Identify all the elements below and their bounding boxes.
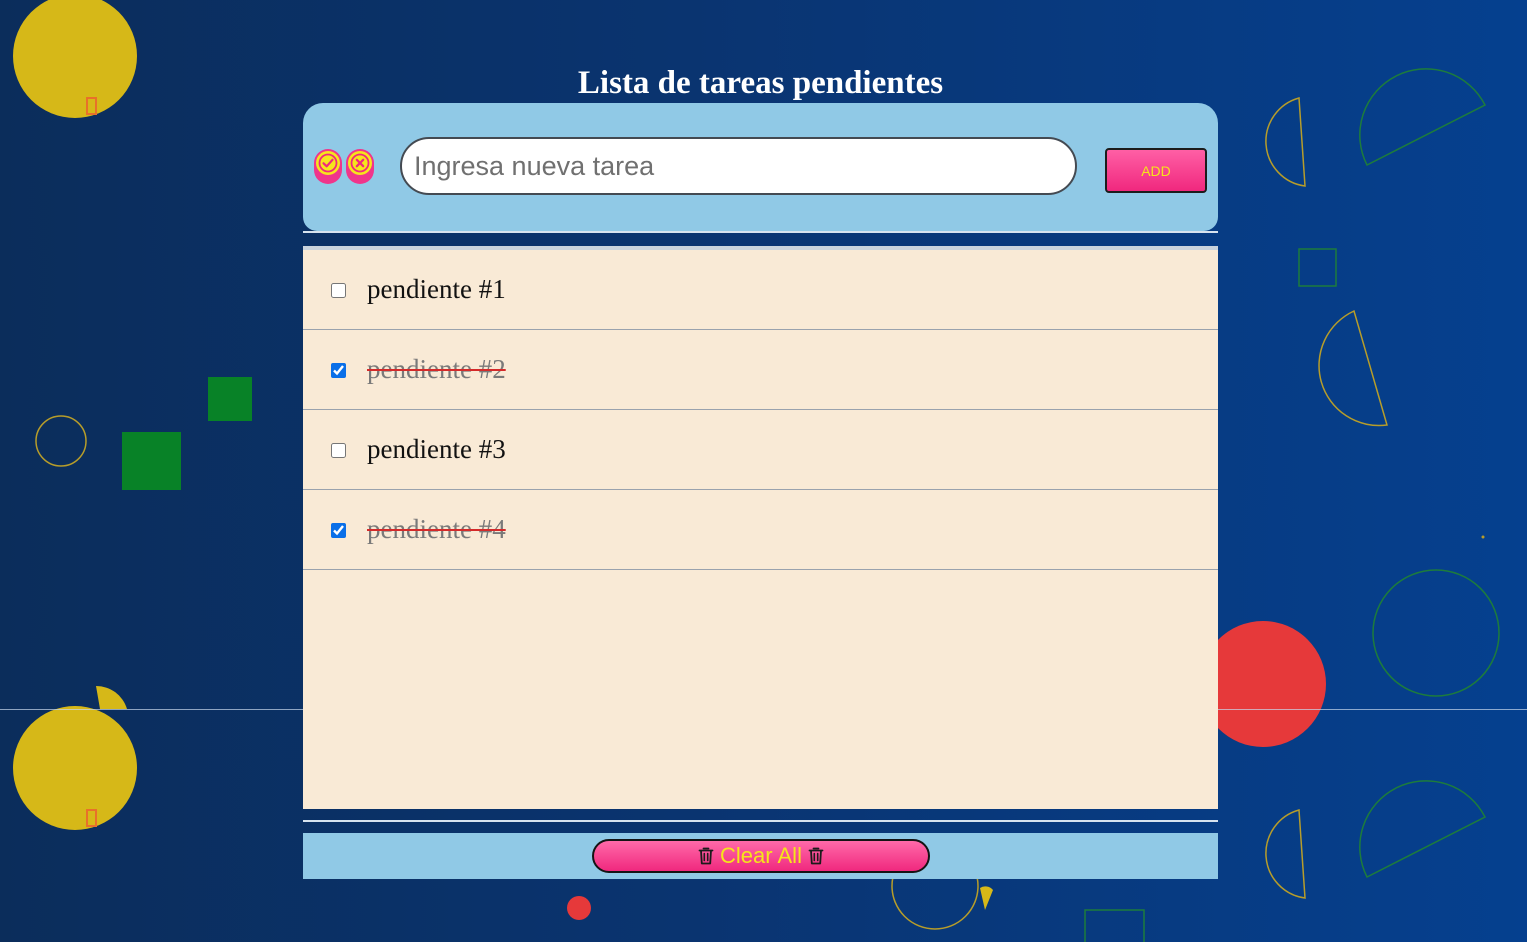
task-list: pendiente #1 pendiente #2 pendiente #3 p… [303, 250, 1218, 809]
task-checkbox[interactable] [331, 443, 346, 458]
task-item: pendiente #4 [303, 490, 1218, 570]
task-label: pendiente #2 [367, 354, 506, 384]
task-item: pendiente #2 [303, 330, 1218, 410]
new-task-panel: ADD [303, 103, 1218, 231]
new-task-input[interactable] [400, 137, 1077, 195]
task-checkbox[interactable] [331, 283, 346, 298]
task-item: pendiente #1 [303, 250, 1218, 330]
task-label: pendiente #1 [367, 274, 506, 304]
add-button[interactable]: ADD [1105, 148, 1207, 193]
check-all-button[interactable] [314, 149, 342, 184]
footer-bar: Clear All [303, 833, 1218, 879]
check-glyph [318, 153, 338, 173]
clear-all-label: Clear All [720, 843, 802, 868]
clear-all-button[interactable]: Clear All [592, 839, 930, 873]
page-title: Lista de tareas pendientes [577, 65, 944, 101]
footer-divider [303, 820, 1218, 822]
task-label: pendiente #4 [367, 514, 506, 544]
uncheck-all-button[interactable] [346, 149, 374, 184]
close-glyph [350, 153, 370, 173]
panel-divider [303, 231, 1218, 233]
task-item: pendiente #3 [303, 410, 1218, 490]
trash-icon [808, 847, 824, 865]
task-checkbox[interactable] [331, 523, 346, 538]
task-checkbox[interactable] [331, 363, 346, 378]
task-label: pendiente #3 [367, 434, 506, 464]
trash-icon [698, 847, 714, 865]
